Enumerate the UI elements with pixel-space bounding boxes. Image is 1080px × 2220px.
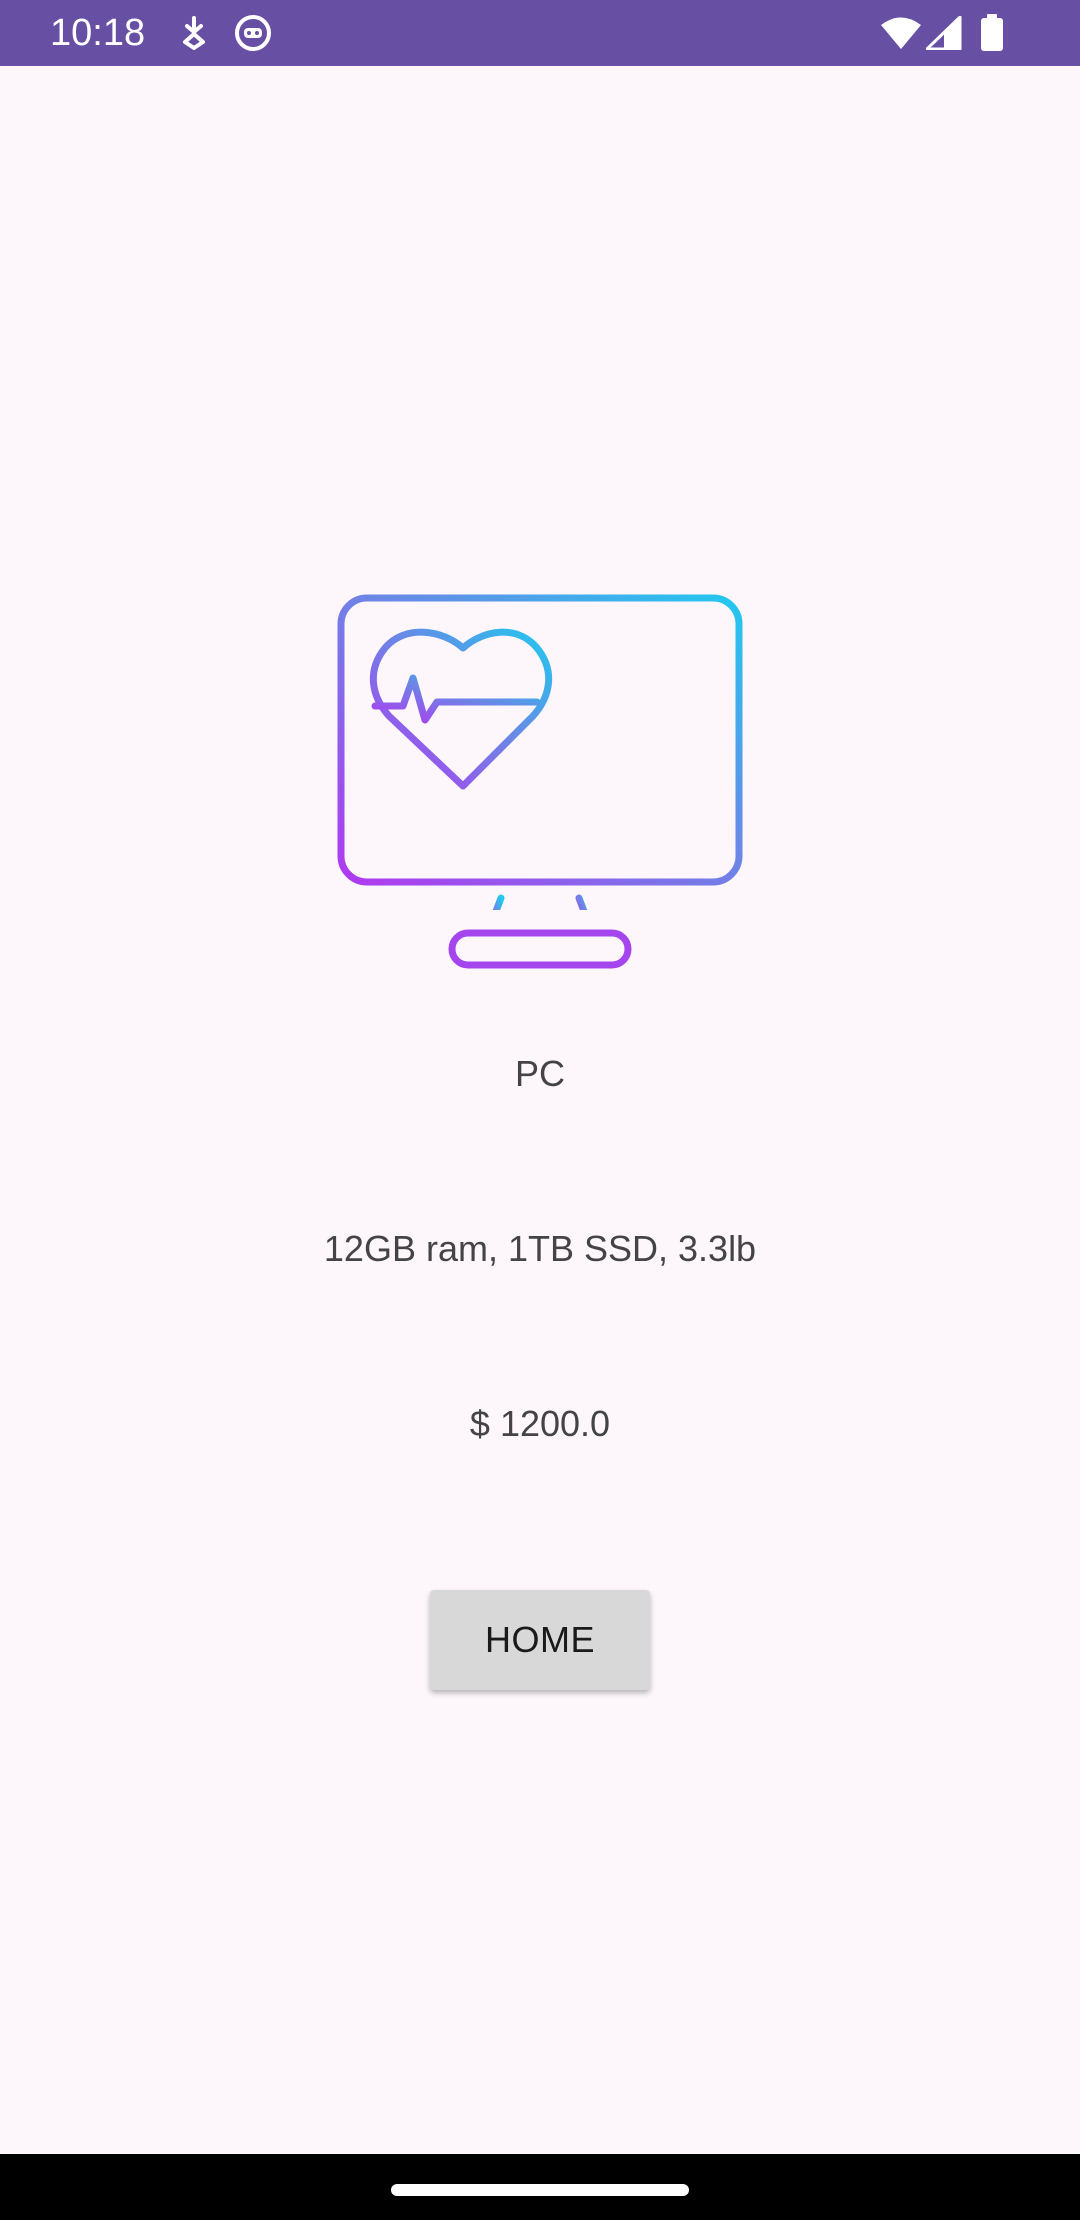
download-arrow-icon (178, 16, 210, 55)
product-name: PC (514, 1053, 565, 1094)
robot-face-icon (234, 14, 272, 57)
status-time: 10:18 (50, 12, 146, 54)
product-price: $ 1200.0 (469, 1403, 611, 1444)
cellular-signal-icon (925, 15, 962, 55)
home-gesture-handle[interactable] (391, 2184, 689, 2196)
status-bar: 10:18 (0, 0, 1080, 66)
wifi-icon (880, 16, 922, 55)
battery-icon (980, 14, 1004, 57)
product-specs: 12GB ram, 1TB SSD, 3.3lb (323, 1228, 757, 1269)
monitor-heartbeat-icon (333, 526, 747, 969)
product-detail-screen: PC 12GB ram, 1TB SSD, 3.3lb $ 1200.0 HOM… (0, 66, 1080, 2154)
home-button[interactable]: HOME (430, 1590, 650, 1690)
